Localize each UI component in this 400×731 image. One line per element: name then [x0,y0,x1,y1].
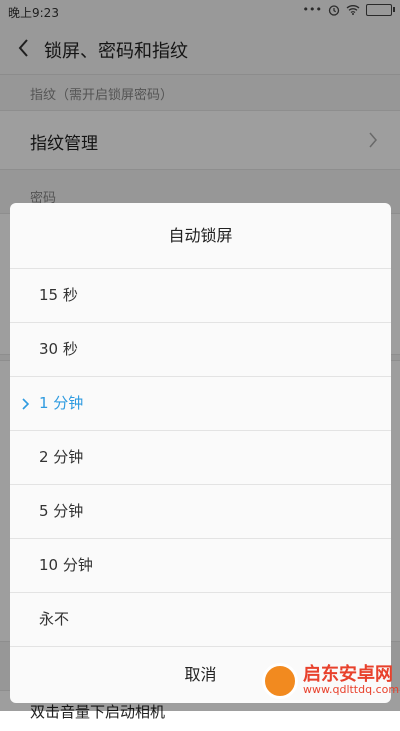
option-label: 10 分钟 [39,556,93,574]
option-10-minutes[interactable]: 10 分钟 [10,539,391,593]
option-15-seconds[interactable]: 15 秒 [10,269,391,323]
option-5-minutes[interactable]: 5 分钟 [10,485,391,539]
option-30-seconds[interactable]: 30 秒 [10,323,391,377]
option-label: 30 秒 [39,340,78,358]
dialog-title: 自动锁屏 [10,203,391,269]
watermark-sub: www.qdlttdq.com [303,683,400,696]
option-label: 5 分钟 [39,502,84,520]
site-watermark: 启东安卓网 www.qdlttdq.com [262,663,399,699]
watermark-logo-icon [262,663,298,699]
option-1-minute[interactable]: 1 分钟 [10,377,391,431]
selected-check-icon [22,398,30,410]
auto-lock-dialog: 自动锁屏 15 秒 30 秒 1 分钟 2 分钟 5 分钟 10 分钟 永不 取… [10,203,391,703]
option-label: 永不 [39,610,70,628]
option-label: 2 分钟 [39,448,84,466]
option-never[interactable]: 永不 [10,593,391,647]
option-label: 1 分钟 [39,394,84,412]
watermark-main: 启东安卓网 [303,664,393,685]
option-label: 15 秒 [39,286,78,304]
option-2-minutes[interactable]: 2 分钟 [10,431,391,485]
watermark-text: 启东安卓网 www.qdlttdq.com [303,666,399,696]
